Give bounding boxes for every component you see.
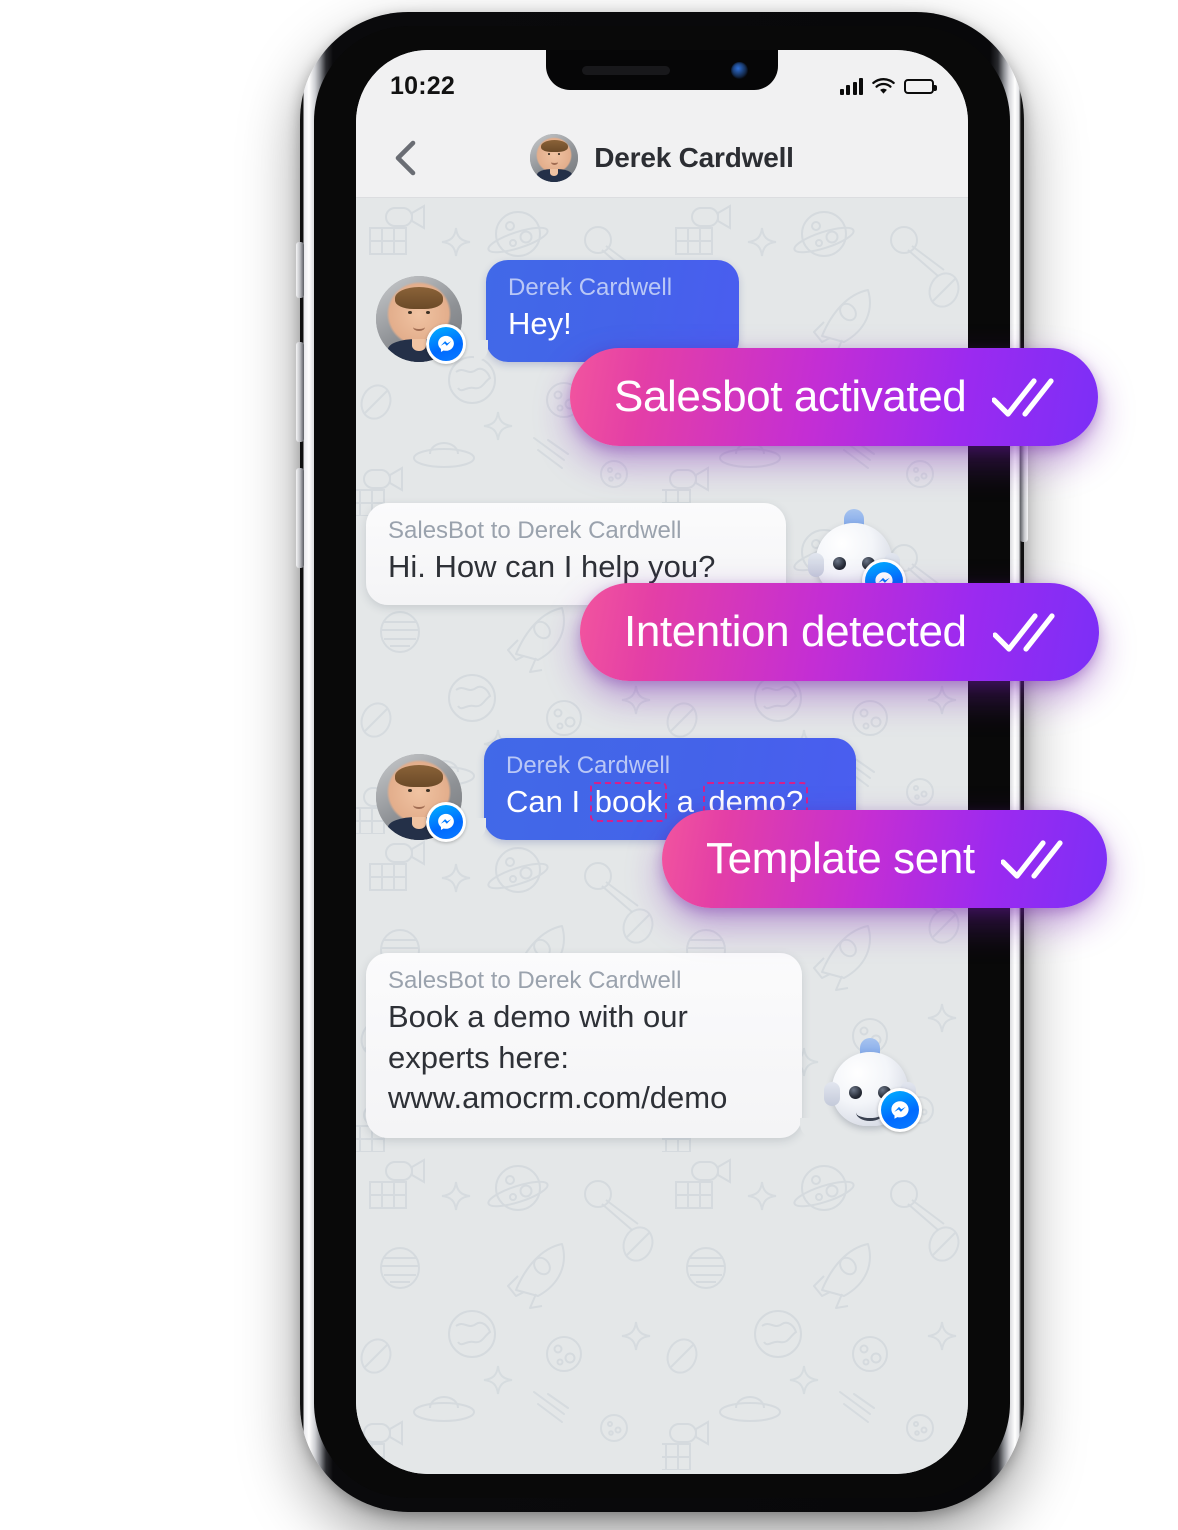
page-title: Derek Cardwell bbox=[594, 141, 794, 173]
message-text: Hi. How can I help you? bbox=[388, 549, 716, 585]
salesbot-robot-avatar bbox=[824, 1038, 922, 1134]
message-bubble[interactable]: Derek Cardwell Hey! bbox=[474, 260, 739, 362]
facebook-messenger-icon bbox=[878, 1088, 922, 1133]
status-bar-icons bbox=[839, 77, 937, 95]
volume-up-button[interactable] bbox=[296, 342, 304, 442]
double-check-icon bbox=[992, 613, 1055, 652]
double-check-icon bbox=[992, 378, 1054, 417]
message-text-part: Can I bbox=[506, 784, 589, 820]
derek-cardwell-avatar bbox=[376, 275, 466, 364]
message-sender: SalesBot to Derek Cardwell bbox=[388, 967, 682, 994]
phone-device: 10:22 Derek Cardwell Derek Cardwell Hey!… bbox=[296, 12, 1028, 1512]
message-text-line-2: experts here: bbox=[388, 1039, 569, 1075]
message-row-outgoing: SalesBot to Derek Cardwell Book a demo w… bbox=[356, 953, 922, 1139]
facebook-messenger-icon bbox=[426, 323, 466, 364]
status-badge-label: Salesbot activated bbox=[614, 372, 967, 421]
front-camera-icon bbox=[731, 62, 748, 79]
avatar bbox=[530, 133, 579, 182]
status-badge[interactable]: Salesbot activated bbox=[570, 348, 1099, 446]
wifi-icon bbox=[872, 77, 895, 94]
battery-full-icon bbox=[904, 78, 937, 94]
earpiece-speaker bbox=[582, 66, 670, 75]
status-badge[interactable]: Template sent bbox=[662, 810, 1107, 908]
entity-highlight-book[interactable]: book bbox=[589, 782, 667, 823]
status-bar-time: 10:22 bbox=[390, 71, 455, 100]
message-link[interactable]: www.amocrm.com/demo bbox=[388, 1078, 780, 1118]
phone-notch bbox=[546, 50, 778, 90]
back-button[interactable] bbox=[382, 135, 428, 181]
message-sender: Derek Cardwell bbox=[506, 752, 671, 779]
message-sender: Derek Cardwell bbox=[508, 274, 673, 301]
message-text: Hey! bbox=[508, 306, 572, 342]
derek-cardwell-avatar bbox=[376, 753, 466, 842]
phone-screen: 10:22 Derek Cardwell Derek Cardwell Hey!… bbox=[356, 50, 968, 1474]
message-bubble[interactable]: SalesBot to Derek Cardwell Book a demo w… bbox=[366, 953, 814, 1139]
message-sender: SalesBot to Derek Cardwell bbox=[388, 517, 682, 544]
double-check-icon bbox=[1000, 840, 1063, 879]
chat-header: Derek Cardwell bbox=[356, 118, 968, 198]
header-contact[interactable]: Derek Cardwell bbox=[428, 133, 896, 182]
message-text-line-1: Book a demo with our bbox=[388, 999, 688, 1035]
message-row-incoming: Derek Cardwell Hey! bbox=[376, 260, 739, 364]
status-badge[interactable]: Intention detected bbox=[580, 583, 1099, 681]
mute-switch-button[interactable] bbox=[296, 242, 304, 298]
chevron-left-icon bbox=[395, 140, 416, 175]
cellular-signal-icon bbox=[839, 77, 863, 95]
status-badge-label: Template sent bbox=[706, 834, 975, 883]
volume-down-button[interactable] bbox=[296, 468, 304, 568]
facebook-messenger-icon bbox=[426, 801, 466, 842]
status-badge-label: Intention detected bbox=[624, 607, 967, 656]
